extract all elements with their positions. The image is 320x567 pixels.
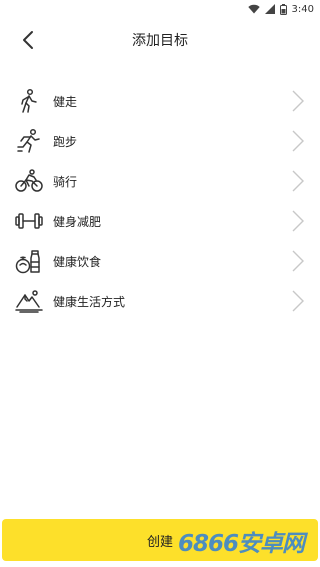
create-button[interactable]: 创建 [2,519,318,561]
goal-item-fitness[interactable]: 健身减肥 [0,201,320,241]
goal-list: 健走 跑步 骑行 健身减肥 健康饮食 健康生活方式 [0,81,320,321]
goal-item-label: 健走 [53,94,78,109]
goal-item-cycling[interactable]: 骑行 [0,161,320,201]
page-title: 添加目标 [132,33,188,49]
goal-item-running[interactable]: 跑步 [0,121,320,161]
goal-item-label: 健身减肥 [53,214,102,229]
cycling-icon [14,166,44,196]
goal-item-label: 骑行 [53,174,78,189]
create-button-label: 创建 [146,534,173,550]
goal-item-lifestyle[interactable]: 健康生活方式 [0,281,320,321]
chevron-right-icon [292,90,304,112]
chevron-right-icon [292,290,304,312]
goal-item-label: 健康生活方式 [53,294,126,309]
status-bar: 3:40 [0,0,320,18]
healthy-food-icon [14,246,44,276]
mountain-icon [14,286,44,316]
wifi-icon [247,4,260,14]
running-icon [14,126,44,156]
battery-icon [279,3,287,15]
header: 添加目标 [0,20,320,60]
walking-icon [14,86,44,116]
chevron-right-icon [292,170,304,192]
goal-item-walking[interactable]: 健走 [0,81,320,121]
signal-icon [264,4,275,14]
goal-item-diet[interactable]: 健康饮食 [0,241,320,281]
chevron-right-icon [292,210,304,232]
status-time: 3:40 [291,3,314,15]
goal-item-label: 跑步 [53,134,78,149]
goal-item-label: 健康饮食 [53,254,102,269]
dumbbell-icon [14,206,44,236]
chevron-right-icon [292,250,304,272]
chevron-right-icon [292,130,304,152]
